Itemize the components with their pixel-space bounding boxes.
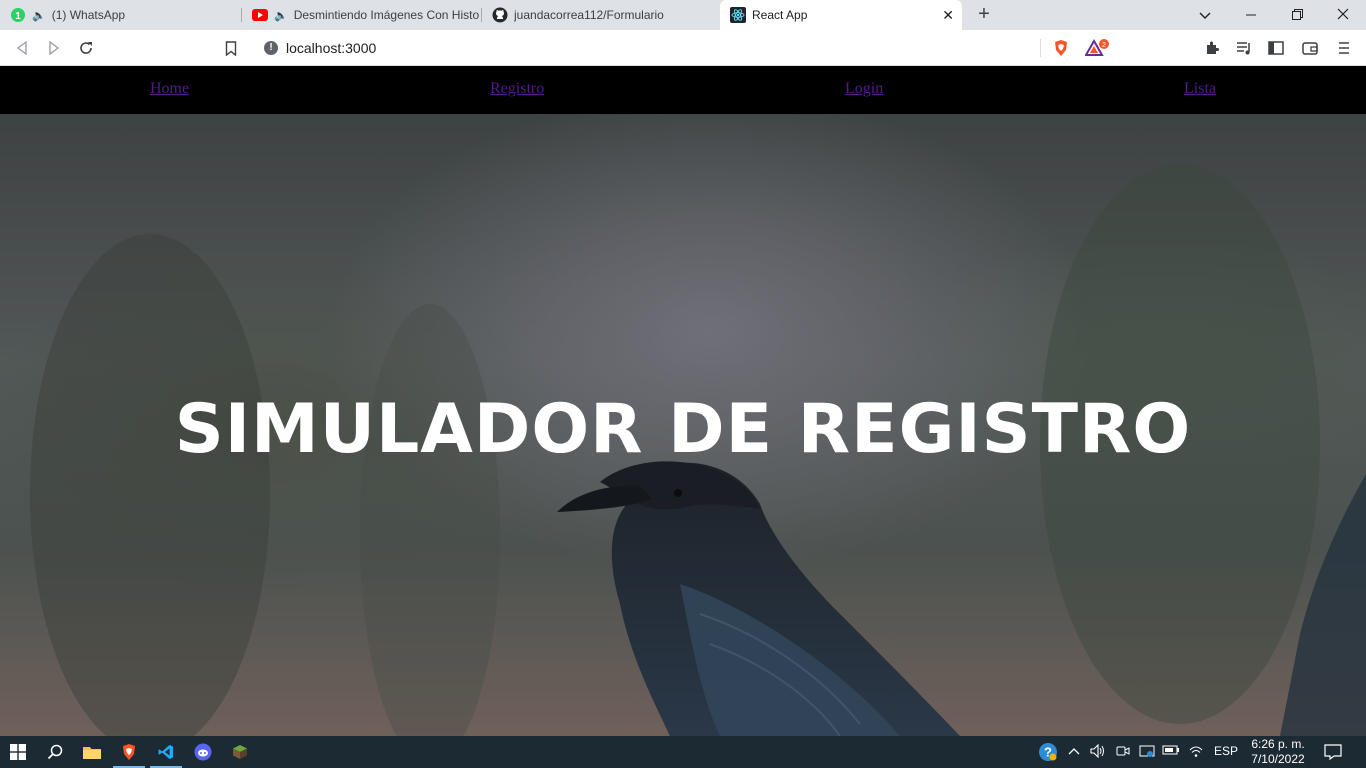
- minecraft-icon[interactable]: [222, 736, 258, 768]
- reload-icon[interactable]: [76, 38, 96, 58]
- battery-icon[interactable]: [1162, 744, 1180, 759]
- tab-title: (1) WhatsApp: [51, 8, 126, 22]
- file-explorer-icon[interactable]: [74, 736, 110, 768]
- youtube-icon: [252, 7, 268, 23]
- react-icon: [730, 7, 746, 23]
- navbar: Home Registro Login Lista: [0, 67, 1366, 114]
- close-tab-icon[interactable]: ✕: [942, 7, 954, 24]
- discord-icon[interactable]: [185, 736, 221, 768]
- windows-start-icon[interactable]: [0, 736, 36, 768]
- tab-title: Desmintiendo Imágenes Con Histo: [293, 8, 480, 22]
- tab-youtube[interactable]: 🔈 Desmintiendo Imágenes Con Histo: [242, 0, 482, 30]
- github-icon: [492, 7, 508, 23]
- hero-section: SIMULADOR DE REGISTRO: [0, 114, 1366, 736]
- brave-rewards-icon[interactable]: 2: [1085, 38, 1111, 58]
- whatsapp-icon: 1: [10, 7, 26, 23]
- brave-browser-icon[interactable]: [111, 736, 147, 768]
- site-info-icon[interactable]: !: [264, 41, 278, 55]
- browser-toolbar: ! localhost:3000 2: [0, 30, 1366, 66]
- windows-taskbar: ? ESP 6:26 p. m. 7/10/2022: [0, 736, 1366, 768]
- forward-icon[interactable]: [44, 38, 64, 58]
- clock-time: 6:26 p. m.: [1251, 737, 1305, 751]
- clock[interactable]: 6:26 p. m. 7/10/2022: [1244, 737, 1312, 767]
- tab-whatsapp[interactable]: 1 🔈 (1) WhatsApp: [0, 0, 242, 30]
- vscode-icon[interactable]: [148, 736, 184, 768]
- sidebar-icon[interactable]: [1266, 38, 1286, 58]
- clock-date: 7/10/2022: [1251, 752, 1305, 766]
- restore-button[interactable]: [1274, 0, 1320, 30]
- search-icon[interactable]: [37, 736, 73, 768]
- tab-github[interactable]: juandacorrea112/Formulario: [482, 0, 720, 30]
- svg-text:2: 2: [1102, 42, 1106, 49]
- wifi-icon[interactable]: [1188, 744, 1204, 761]
- menu-icon[interactable]: [1334, 38, 1354, 58]
- meet-now-icon[interactable]: [1116, 744, 1130, 761]
- speaker-icon[interactable]: 🔈: [274, 9, 288, 22]
- address-text: localhost:3000: [286, 40, 377, 56]
- brave-shields-icon[interactable]: [1051, 38, 1071, 58]
- address-bar[interactable]: ! localhost:3000: [252, 33, 1114, 63]
- new-tab-button[interactable]: +: [973, 3, 995, 25]
- tab-react-app[interactable]: React App ✕: [720, 0, 962, 30]
- svg-text:1: 1: [15, 11, 21, 22]
- tab-search-chevron-icon[interactable]: [1182, 0, 1228, 30]
- tab-strip: 1 🔈 (1) WhatsApp 🔈 Desmintiendo Imágenes…: [0, 0, 1366, 30]
- hero-title: SIMULADOR DE REGISTRO: [174, 390, 1192, 469]
- language-indicator[interactable]: ESP: [1214, 744, 1238, 758]
- web-page: Home Registro Login Lista SIMULADOR DE R…: [0, 67, 1366, 736]
- show-hidden-icons-chevron-icon[interactable]: [1068, 744, 1080, 758]
- back-icon[interactable]: [12, 38, 32, 58]
- help-icon[interactable]: ?: [1030, 736, 1066, 768]
- volume-icon[interactable]: [1090, 743, 1106, 761]
- wallet-icon[interactable]: [1300, 38, 1320, 58]
- speaker-icon[interactable]: 🔈: [32, 9, 46, 22]
- nav-link-registro[interactable]: Registro: [490, 80, 544, 98]
- tab-title: React App: [752, 8, 808, 22]
- nav-link-home[interactable]: Home: [150, 80, 189, 98]
- close-window-button[interactable]: [1320, 0, 1366, 30]
- minimize-button[interactable]: [1228, 0, 1274, 30]
- bookmark-icon[interactable]: [221, 38, 241, 58]
- nav-link-login[interactable]: Login: [845, 80, 883, 98]
- nav-link-lista[interactable]: Lista: [1184, 80, 1216, 98]
- onedrive-icon[interactable]: [1139, 744, 1155, 761]
- tab-title: juandacorrea112/Formulario: [514, 8, 664, 22]
- extensions-icon[interactable]: [1202, 38, 1222, 58]
- media-playlist-icon[interactable]: [1234, 38, 1254, 58]
- notifications-icon[interactable]: [1324, 743, 1342, 764]
